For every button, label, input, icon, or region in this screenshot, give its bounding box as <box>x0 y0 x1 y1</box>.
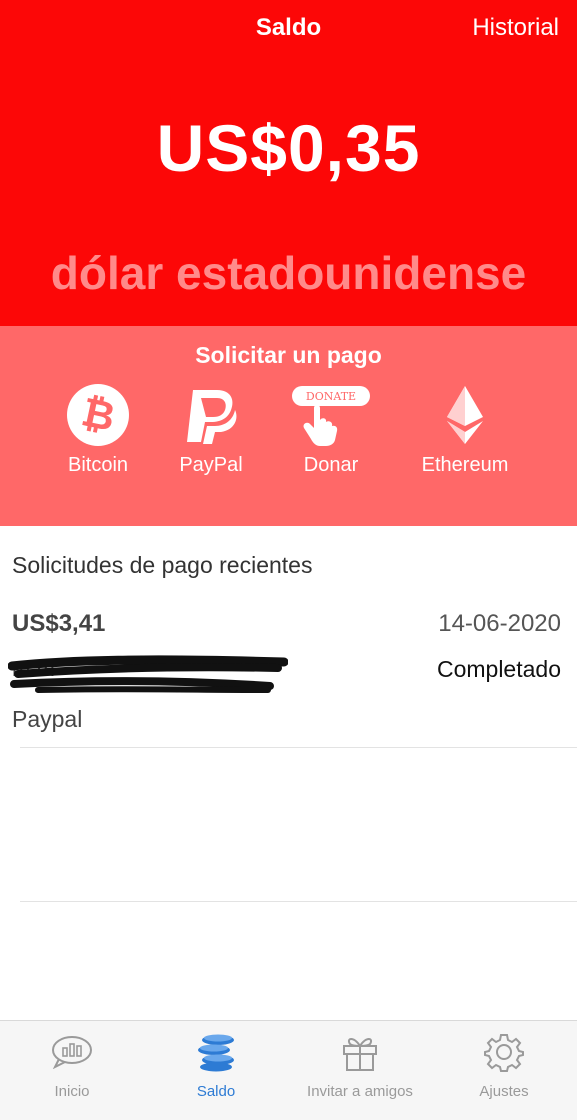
redaction-scribble <box>8 655 288 693</box>
currency-name: dólar estadounidense <box>50 247 527 299</box>
request-payment-title: Solicitar un pago <box>195 342 382 368</box>
request-status: Completado <box>436 656 561 682</box>
balance-header: Saldo Historial US$0,35 dólar estadounid… <box>0 0 577 326</box>
tab-saldo[interactable]: Saldo <box>144 1029 288 1100</box>
tab-inicio[interactable]: Inicio <box>0 1029 144 1100</box>
coins-icon <box>198 1034 234 1072</box>
ethereum-button[interactable]: Ethereum <box>405 384 525 477</box>
donate-button[interactable]: DONATE Donar <box>271 384 391 477</box>
gear-icon <box>484 1034 524 1072</box>
ethereum-icon <box>447 386 483 444</box>
bottom-tab-bar: Inicio Saldo Invitar a amigos Ajustes <box>0 1020 577 1120</box>
paypal-icon <box>187 390 237 444</box>
tab-label: Inicio <box>54 1083 90 1100</box>
donate-icon: DONATE <box>292 386 370 446</box>
bitcoin-label: Bitcoin <box>67 454 129 476</box>
request-date: 14-06-2020 <box>438 610 561 637</box>
paypal-label: PayPal <box>179 454 243 476</box>
list-divider <box>20 901 577 902</box>
request-payment-panel: Solicitar un pago ₿ Bitcoin PayPal DONAT… <box>0 326 577 526</box>
history-link[interactable]: Historial <box>472 14 559 42</box>
tab-label: Ajustes <box>479 1083 529 1100</box>
tab-label: Invitar a amigos <box>307 1083 413 1100</box>
ethereum-label: Ethereum <box>421 454 509 476</box>
tab-ajustes[interactable]: Ajustes <box>432 1029 576 1100</box>
bitcoin-icon: ₿ <box>67 384 129 446</box>
tab-invitar-amigos[interactable]: Invitar a amigos <box>288 1029 432 1100</box>
list-divider <box>20 747 577 748</box>
gift-icon <box>343 1038 377 1071</box>
paypal-button[interactable]: PayPal <box>151 384 271 477</box>
donate-label: Donar <box>303 454 359 476</box>
chart-bubble-icon <box>52 1036 92 1069</box>
balance-amount: US$0,35 <box>156 111 421 185</box>
tab-label: Saldo <box>196 1083 236 1100</box>
request-method: Paypal <box>12 706 83 732</box>
request-amount: US$3,41 <box>12 610 106 637</box>
recent-requests-title: Solicitudes de pago recientes <box>12 552 313 578</box>
donate-badge-text: DONATE <box>306 390 356 403</box>
bitcoin-button[interactable]: ₿ Bitcoin <box>38 384 158 477</box>
